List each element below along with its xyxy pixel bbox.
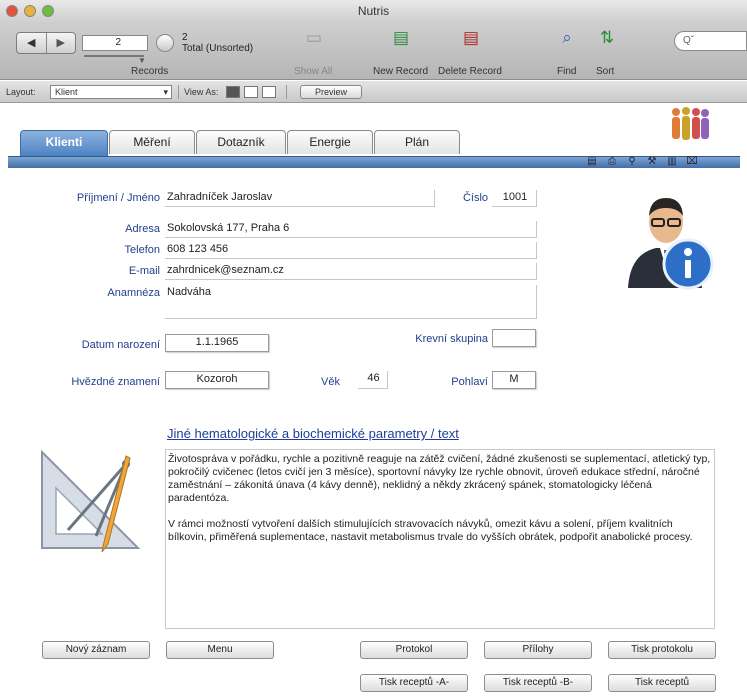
show-all-button[interactable]: Show All xyxy=(294,66,332,77)
previous-record-icon[interactable]: ◀ xyxy=(17,33,47,53)
blood-group-field[interactable] xyxy=(492,329,536,347)
age-label: Věk xyxy=(321,376,340,388)
record-pie-icon xyxy=(156,34,174,52)
address-label: Adresa xyxy=(125,223,160,235)
tab-energie[interactable]: Energie xyxy=(287,130,373,154)
print-recipes-button[interactable]: Tisk receptů xyxy=(608,674,716,692)
total-count: 2 xyxy=(182,32,188,43)
tab-klienti[interactable]: Klienti xyxy=(20,130,108,156)
anamnesis-label: Anamnéza xyxy=(107,287,160,299)
toolbar: ◀ ▶ 2 ▼ 2 Total (Unsorted) Records ▭ Sho… xyxy=(0,22,747,80)
record-slider-track[interactable] xyxy=(84,55,144,57)
tab-bar: Klienti Měření Dotazník Energie Plán xyxy=(20,130,461,156)
notes-paragraph-1: Životospráva v pořádku, rychle a pozitiv… xyxy=(168,453,711,504)
window-title: Nutris xyxy=(357,4,390,18)
record-nav: ◀ ▶ xyxy=(16,32,76,54)
view-as-list-icon[interactable] xyxy=(244,86,258,98)
notes-textarea[interactable]: Životospráva v pořádku, rychle a pozitiv… xyxy=(165,449,715,629)
client-info-avatar-icon xyxy=(628,198,714,290)
total-label: Total (Unsorted) xyxy=(182,43,254,54)
sex-field[interactable]: M xyxy=(492,371,536,389)
drafting-tools-icon xyxy=(41,449,141,553)
name-label: Příjmení / Jméno xyxy=(76,192,160,204)
dropdown-arrow-icon: ▾ xyxy=(163,87,168,97)
minimize-window-button[interactable] xyxy=(24,5,36,17)
tab-dotaznik[interactable]: Dotazník xyxy=(196,130,286,154)
delete-record-icon[interactable]: ▤ xyxy=(460,27,482,49)
dob-label: Datum narození xyxy=(81,339,160,351)
dob-field[interactable]: 1.1.1965 xyxy=(165,334,269,352)
records-label: Records xyxy=(131,66,169,77)
notes-paragraph-2: V rámci možností vytvoření dalších stimu… xyxy=(168,518,693,543)
attachments-button[interactable]: Přílohy xyxy=(484,641,592,659)
parameters-heading-link[interactable]: Jiné hematologické a biochemické paramet… xyxy=(167,426,459,441)
tab-plan[interactable]: Plán xyxy=(374,130,460,154)
print-recipes-b-button[interactable]: Tisk receptů -B- xyxy=(484,674,592,692)
record-number-field[interactable]: 2 xyxy=(82,35,148,51)
trash-icon[interactable]: ⌧ xyxy=(686,156,698,168)
close-window-button[interactable] xyxy=(6,5,18,17)
show-all-icon[interactable]: ▭ xyxy=(303,27,325,49)
name-field[interactable]: Zahradníček Jaroslav xyxy=(165,190,435,207)
layoutbar-divider xyxy=(178,85,179,99)
number-label: Číslo xyxy=(462,192,488,204)
age-field[interactable]: 46 xyxy=(358,371,388,389)
email-field[interactable]: zahrdnicek@seznam.cz xyxy=(165,263,537,280)
email-label: E-mail xyxy=(128,265,160,277)
zoom-window-button[interactable] xyxy=(42,5,54,17)
new-record-icon[interactable]: ▤ xyxy=(390,27,412,49)
sort-icon[interactable]: ⇅ xyxy=(596,27,618,49)
preview-button[interactable]: Preview xyxy=(300,85,362,99)
zodiac-field[interactable]: Kozoroh xyxy=(165,371,269,389)
find-button[interactable]: Find xyxy=(557,66,576,77)
key-icon[interactable]: ⚲ xyxy=(626,156,638,168)
view-as-label: View As: xyxy=(184,87,219,97)
print-icon[interactable]: ⎙ xyxy=(606,156,618,168)
view-as-table-icon[interactable] xyxy=(262,86,276,98)
number-field[interactable]: 1001 xyxy=(492,190,537,207)
sex-label: Pohlaví xyxy=(451,376,488,388)
protocol-button[interactable]: Protokol xyxy=(360,641,468,659)
print-recipes-a-button[interactable]: Tisk receptů -A- xyxy=(360,674,468,692)
record-count: 2 Total (Unsorted) xyxy=(182,32,253,54)
phone-label: Telefon xyxy=(124,244,160,256)
new-entry-button[interactable]: Nový záznam xyxy=(42,641,150,659)
print-protocol-button[interactable]: Tisk protokolu xyxy=(608,641,716,659)
sort-button[interactable]: Sort xyxy=(596,66,614,77)
record-tools: ▤ ⎙ ⚲ ⚒ ▥ ⌧ xyxy=(586,156,698,168)
layout-select[interactable]: Klient ▾ xyxy=(50,85,172,99)
window-controls xyxy=(6,5,54,17)
quick-search-input[interactable]: Qˇ xyxy=(674,31,747,51)
title-bar: Nutris xyxy=(0,0,747,22)
find-magnifier-icon[interactable]: ⌕ xyxy=(556,27,578,49)
layout-bar: Layout: Klient ▾ View As: Preview xyxy=(0,81,747,103)
delete-record-button[interactable]: Delete Record xyxy=(438,66,502,77)
view-as-form-icon[interactable] xyxy=(226,86,240,98)
chart-icon[interactable]: ▥ xyxy=(666,156,678,168)
form-content: Klienti Měření Dotazník Energie Plán ▤ ⎙… xyxy=(0,104,747,696)
people-group-icon xyxy=(672,107,709,140)
layout-select-value: Klient xyxy=(55,87,78,97)
phone-field[interactable]: 608 123 456 xyxy=(165,242,537,259)
app-window: Nutris ◀ ▶ 2 ▼ 2 Total (Unsorted) Record… xyxy=(0,0,747,696)
next-record-icon[interactable]: ▶ xyxy=(47,33,76,53)
blood-group-label: Krevní skupina xyxy=(415,333,488,345)
list-icon[interactable]: ▤ xyxy=(586,156,598,168)
tools-icon[interactable]: ⚒ xyxy=(646,156,658,168)
address-field[interactable]: Sokolovská 177, Praha 6 xyxy=(165,221,537,238)
layout-label: Layout: xyxy=(6,87,36,97)
menu-button[interactable]: Menu xyxy=(166,641,274,659)
anamnesis-field[interactable]: Nadváha xyxy=(165,285,537,319)
tab-mereni[interactable]: Měření xyxy=(109,130,195,154)
zodiac-label: Hvězdné znamení xyxy=(71,376,160,388)
record-slider-thumb-icon[interactable]: ▼ xyxy=(138,56,146,65)
new-record-button[interactable]: New Record xyxy=(373,66,428,77)
layoutbar-divider xyxy=(286,85,287,99)
